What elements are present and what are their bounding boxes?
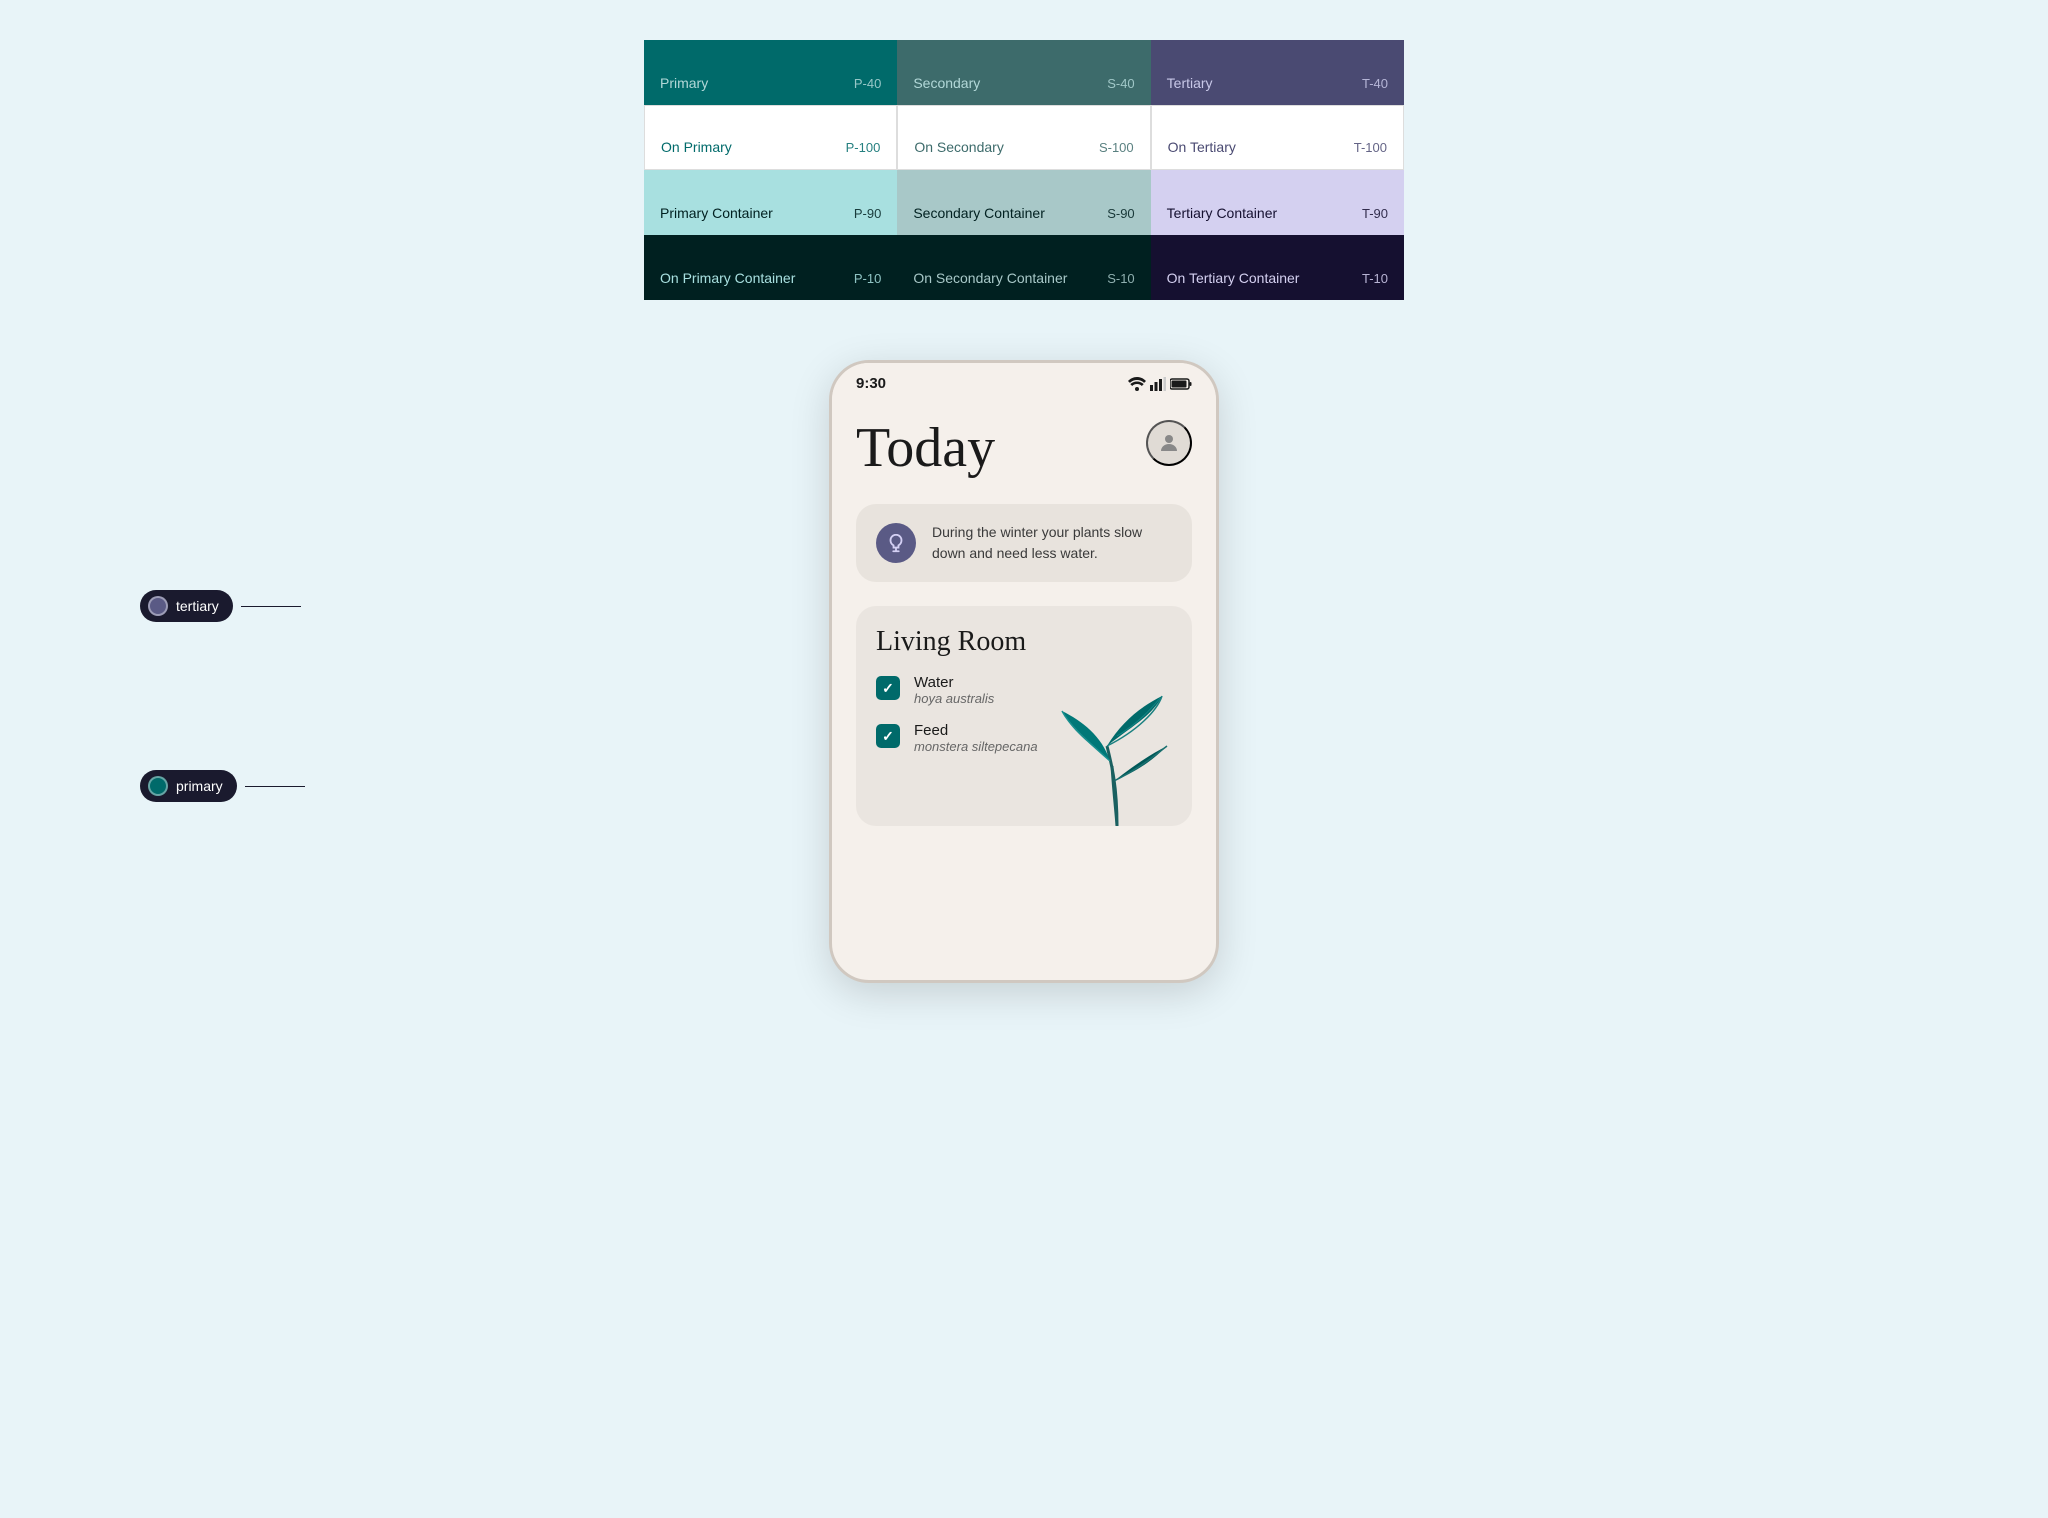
battery-icon	[1170, 378, 1192, 390]
primary-pill: primary	[140, 770, 237, 802]
task-info-0: Water hoya australis	[914, 674, 994, 706]
app-content: Today During the winter your plants sl	[832, 400, 1216, 980]
tertiary-annotation: tertiary	[140, 590, 301, 622]
primary-pill-label: primary	[176, 778, 223, 794]
phone-section: tertiary primary 9:30	[40, 360, 2008, 983]
on-secondary-cell: On Secondary S-100	[897, 105, 1150, 170]
tip-text: During the winter your plants slow down …	[932, 522, 1172, 564]
checkbox-tick-0: ✓	[882, 680, 894, 697]
primary-40-label: Primary	[660, 75, 708, 91]
on-tertiary-container-label: On Tertiary Container	[1167, 270, 1300, 286]
on-secondary-container-code: S-10	[1107, 271, 1134, 286]
tertiary-40-label: Tertiary	[1167, 75, 1213, 91]
primary-40-code: P-40	[854, 76, 881, 91]
on-primary-container-label: On Primary Container	[660, 270, 795, 286]
wifi-icon	[1128, 377, 1146, 391]
task-name-0: Water	[914, 674, 994, 691]
tip-icon-wrapper	[876, 523, 916, 563]
avatar-icon	[1157, 431, 1181, 455]
checkbox-0[interactable]: ✓	[876, 676, 900, 700]
primary-container-label: Primary Container	[660, 205, 773, 221]
task-name-1: Feed	[914, 722, 1038, 739]
on-secondary-label: On Secondary	[914, 139, 1004, 155]
task-plant-1: monstera siltepecana	[914, 739, 1038, 754]
on-primary-container-code: P-10	[854, 271, 881, 286]
palette-grid: Primary P-40 Secondary S-40 Tertiary T-4…	[644, 40, 1404, 300]
tertiary-pill-label: tertiary	[176, 598, 219, 614]
tertiary-dot	[148, 596, 168, 616]
on-tertiary-code: T-100	[1354, 140, 1387, 155]
checkbox-tick-1: ✓	[882, 728, 894, 745]
primary-dot	[148, 776, 168, 796]
on-secondary-container-label: On Secondary Container	[913, 270, 1067, 286]
primary-container-cell: Primary Container P-90	[644, 170, 897, 235]
tertiary-container-code: T-90	[1362, 206, 1388, 221]
plant-card: Living Room ✓ Water hoya australis ✓	[856, 606, 1192, 826]
on-primary-container-cell: On Primary Container P-10	[644, 235, 897, 300]
tertiary-line	[241, 606, 301, 607]
secondary-container-cell: Secondary Container S-90	[897, 170, 1150, 235]
tertiary-40-cell: Tertiary T-40	[1151, 40, 1404, 105]
primary-annotation: primary	[140, 770, 305, 802]
primary-container-code: P-90	[854, 206, 881, 221]
primary-40-cell: Primary P-40	[644, 40, 897, 105]
secondary-40-cell: Secondary S-40	[897, 40, 1150, 105]
task-info-1: Feed monstera siltepecana	[914, 722, 1038, 754]
tertiary-container-cell: Tertiary Container T-90	[1151, 170, 1404, 235]
on-primary-label: On Primary	[661, 139, 732, 155]
on-primary-code: P-100	[846, 140, 881, 155]
on-primary-cell: On Primary P-100	[644, 105, 897, 170]
secondary-container-label: Secondary Container	[913, 205, 1045, 221]
checkbox-1[interactable]: ✓	[876, 724, 900, 748]
tertiary-container-label: Tertiary Container	[1167, 205, 1278, 221]
signal-icon	[1150, 377, 1166, 391]
room-title: Living Room	[876, 626, 1172, 658]
on-tertiary-cell: On Tertiary T-100	[1151, 105, 1404, 170]
on-tertiary-container-cell: On Tertiary Container T-10	[1151, 235, 1404, 300]
secondary-40-code: S-40	[1107, 76, 1134, 91]
on-tertiary-container-code: T-10	[1362, 271, 1388, 286]
phone-frame: 9:30	[829, 360, 1219, 983]
plant-illustration	[1052, 666, 1182, 826]
on-secondary-code: S-100	[1099, 140, 1134, 155]
tertiary-40-code: T-40	[1362, 76, 1388, 91]
tertiary-pill: tertiary	[140, 590, 233, 622]
status-time: 9:30	[856, 375, 886, 392]
on-tertiary-label: On Tertiary	[1168, 139, 1236, 155]
secondary-40-label: Secondary	[913, 75, 980, 91]
status-icons	[1128, 377, 1192, 391]
on-secondary-container-cell: On Secondary Container S-10	[897, 235, 1150, 300]
tip-card: During the winter your plants slow down …	[856, 504, 1192, 582]
app-header: Today	[856, 420, 1192, 476]
primary-line	[245, 786, 305, 787]
status-bar: 9:30	[832, 363, 1216, 400]
task-plant-0: hoya australis	[914, 691, 994, 706]
avatar-button[interactable]	[1146, 420, 1192, 466]
lightbulb-icon	[885, 532, 907, 554]
app-title: Today	[856, 420, 995, 476]
secondary-container-code: S-90	[1107, 206, 1134, 221]
